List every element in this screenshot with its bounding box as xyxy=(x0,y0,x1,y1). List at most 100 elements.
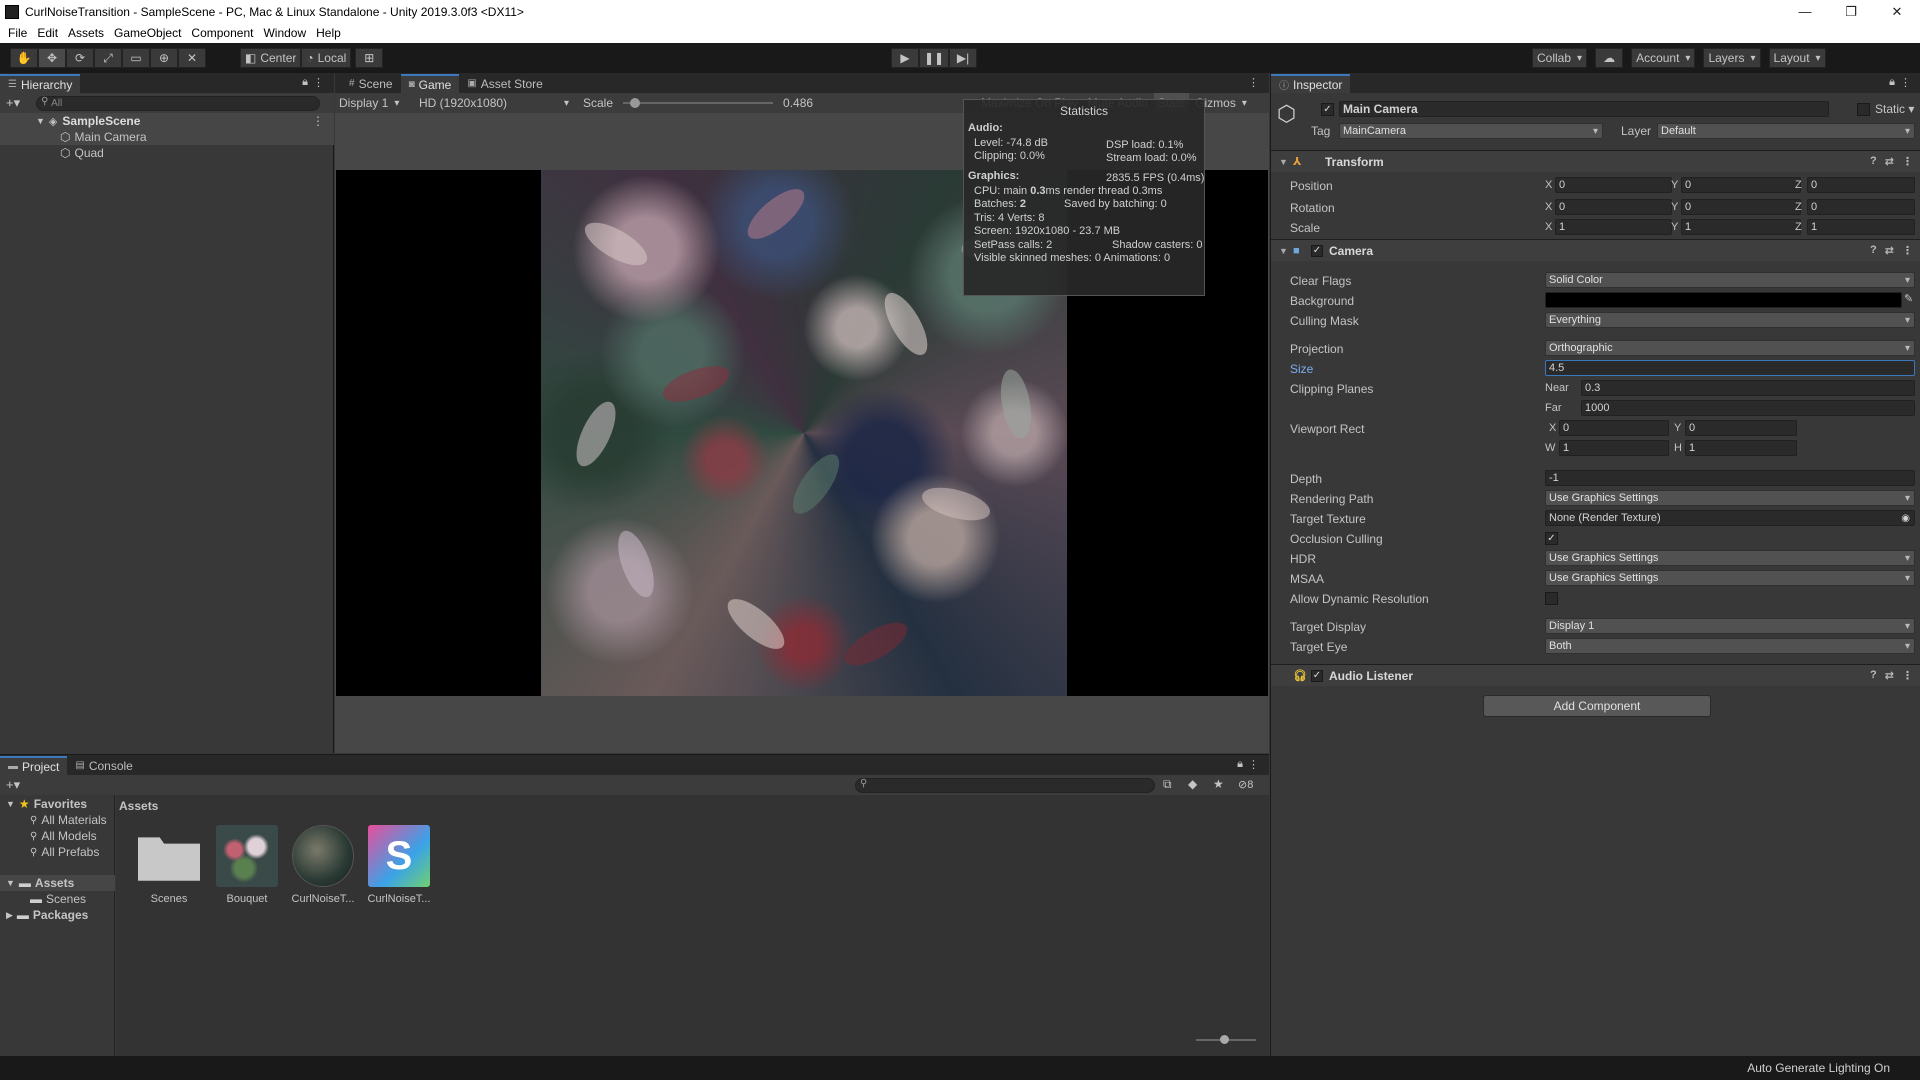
tab-game[interactable]: ◙ Game xyxy=(400,74,460,93)
hdr-dropdown[interactable]: Use Graphics Settings xyxy=(1545,550,1915,566)
layout-dropdown[interactable]: Layout xyxy=(1768,48,1826,68)
msaa-dropdown[interactable]: Use Graphics Settings xyxy=(1545,570,1915,586)
tab-scene[interactable]: # Scene xyxy=(341,74,401,93)
search-by-type-icon[interactable]: ⧉ xyxy=(1163,777,1172,792)
audio-listener-component-header[interactable]: 🎧︎ ✓ Audio Listener ? ⇄ ⋮ xyxy=(1271,664,1920,686)
favorite-item[interactable]: ⚲ All Prefabs xyxy=(30,845,99,859)
active-checkbox[interactable]: ✓ xyxy=(1321,103,1334,116)
create-dropdown[interactable]: +▾ xyxy=(6,95,20,111)
camera-enabled-checkbox[interactable]: ✓ xyxy=(1311,244,1323,257)
kebab-menu-icon[interactable]: ⋮ xyxy=(1248,76,1259,89)
scenes-folder-row[interactable]: ▬ Scenes xyxy=(30,892,86,906)
asset-curlnoise-material[interactable]: CurlNoiseT... xyxy=(288,825,358,905)
scene-menu-icon[interactable]: ⋮ xyxy=(312,114,324,128)
projection-dropdown[interactable]: Orthographic xyxy=(1545,340,1915,356)
size-field[interactable]: 4.5 xyxy=(1545,360,1915,376)
close-button[interactable]: ✕ xyxy=(1874,0,1920,23)
scene-row[interactable]: ▼ ◈ SampleScene ⋮ xyxy=(0,113,334,129)
position-x-field[interactable]: 0 xyxy=(1555,177,1672,193)
custom-tool-icon[interactable]: ✕ xyxy=(178,48,206,68)
rotation-y-field[interactable]: 0 xyxy=(1681,199,1801,215)
icon-size-slider[interactable] xyxy=(1196,1035,1256,1044)
kebab-menu-icon[interactable]: ⋮ xyxy=(1900,76,1911,89)
assets-breadcrumb[interactable]: Assets xyxy=(119,799,158,813)
depth-field[interactable]: -1 xyxy=(1545,470,1915,486)
culling-mask-dropdown[interactable]: Everything xyxy=(1545,312,1915,328)
preset-icon[interactable]: ⇄ xyxy=(1885,669,1894,682)
tab-inspector[interactable]: ⓘ Inspector xyxy=(1271,74,1351,93)
tab-hierarchy[interactable]: ☰ Hierarchy xyxy=(0,74,81,93)
target-eye-dropdown[interactable]: Both xyxy=(1545,638,1915,654)
layers-dropdown[interactable]: Layers xyxy=(1703,48,1761,68)
cloud-icon[interactable]: ☁ xyxy=(1595,48,1624,68)
object-picker-icon[interactable]: ◉ xyxy=(1901,513,1910,524)
favorites-row[interactable]: ▼ ★ Favorites xyxy=(6,797,87,811)
resolution-dropdown[interactable]: HD (1920x1080) xyxy=(415,93,573,113)
foldout-arrow-icon[interactable]: ▼ xyxy=(36,116,45,126)
favorite-star-icon[interactable]: ★ xyxy=(1213,777,1224,791)
help-icon[interactable]: ? xyxy=(1870,155,1877,168)
rotation-x-field[interactable]: 0 xyxy=(1555,199,1672,215)
hierarchy-search-input[interactable]: All xyxy=(36,95,321,111)
step-button[interactable]: ▶| xyxy=(949,48,978,68)
menu-assets[interactable]: Assets xyxy=(63,26,109,40)
viewport-w-field[interactable]: 1 xyxy=(1559,440,1669,456)
pivot-center-button[interactable]: ◧ Center xyxy=(240,48,302,68)
camera-component-header[interactable]: ▼ ■ ✓ Camera ? ⇄ ⋮ xyxy=(1271,239,1920,261)
tab-console[interactable]: ▤ Console xyxy=(67,756,141,775)
kebab-menu-icon[interactable]: ⋮ xyxy=(313,76,324,89)
hidden-packages-icon[interactable]: ⊘8 xyxy=(1238,778,1253,791)
kebab-menu-icon[interactable]: ⋮ xyxy=(1248,758,1259,771)
scale-y-field[interactable]: 1 xyxy=(1681,219,1801,235)
target-display-dropdown[interactable]: Display 1 xyxy=(1545,618,1915,634)
favorite-item[interactable]: ⚲ All Materials xyxy=(30,813,107,827)
near-field[interactable]: 0.3 xyxy=(1581,380,1915,396)
scale-z-field[interactable]: 1 xyxy=(1807,219,1915,235)
lock-icon[interactable]: 🔒︎ xyxy=(1237,758,1243,771)
rendering-path-dropdown[interactable]: Use Graphics Settings xyxy=(1545,490,1915,506)
tab-asset-store[interactable]: ▣ Asset Store xyxy=(459,74,551,93)
grid-snap-icon[interactable]: ⊞ xyxy=(355,48,384,68)
assets-folder-row[interactable]: ▼ ▬ Assets xyxy=(0,875,115,891)
help-icon[interactable]: ? xyxy=(1870,244,1877,257)
help-icon[interactable]: ? xyxy=(1870,669,1877,682)
foldout-arrow-icon[interactable]: ▼ xyxy=(6,799,15,809)
icon-size-slider-thumb[interactable] xyxy=(1220,1035,1229,1044)
menu-edit[interactable]: Edit xyxy=(32,26,63,40)
pause-button[interactable]: ❚❚ xyxy=(919,48,950,68)
asset-scenes-folder[interactable]: Scenes xyxy=(134,825,204,905)
scale-tool-icon[interactable]: ⤢ xyxy=(94,48,122,68)
transform-component-header[interactable]: ▼ ⅄ Transform ? ⇄ ⋮ xyxy=(1271,150,1920,172)
collab-dropdown[interactable]: Collab xyxy=(1532,48,1588,68)
packages-folder-row[interactable]: ▶ ▬ Packages xyxy=(6,908,88,922)
clear-flags-dropdown[interactable]: Solid Color xyxy=(1545,272,1915,288)
foldout-arrow-icon[interactable]: ▼ xyxy=(1279,246,1289,256)
audio-listener-enabled-checkbox[interactable]: ✓ xyxy=(1311,669,1323,682)
account-dropdown[interactable]: Account xyxy=(1631,48,1696,68)
menu-window[interactable]: Window xyxy=(258,26,311,40)
component-menu-icon[interactable]: ⋮ xyxy=(1902,155,1913,168)
preset-icon[interactable]: ⇄ xyxy=(1885,155,1894,168)
scale-slider[interactable] xyxy=(623,93,774,113)
transform-tool-icon[interactable]: ⊕ xyxy=(150,48,178,68)
search-by-label-icon[interactable]: ◆ xyxy=(1188,777,1197,791)
hierarchy-item-quad[interactable]: ⬡ Quad xyxy=(0,145,334,161)
scale-x-field[interactable]: 1 xyxy=(1555,219,1672,235)
position-y-field[interactable]: 0 xyxy=(1681,177,1801,193)
lock-icon[interactable]: 🔒︎ xyxy=(302,76,308,89)
foldout-arrow-icon[interactable]: ▼ xyxy=(1279,157,1289,167)
asset-curlnoise-shader[interactable]: S CurlNoiseT... xyxy=(364,825,434,905)
hierarchy-item-main-camera[interactable]: ⬡ Main Camera xyxy=(0,129,334,145)
foldout-arrow-icon[interactable]: ▼ xyxy=(6,878,15,888)
play-button[interactable]: ▶ xyxy=(891,48,919,68)
asset-bouquet-texture[interactable]: Bouquet xyxy=(212,825,282,905)
object-name-field[interactable]: Main Camera xyxy=(1339,101,1829,117)
target-texture-field[interactable]: None (Render Texture) ◉ xyxy=(1545,510,1915,526)
component-menu-icon[interactable]: ⋮ xyxy=(1902,244,1913,257)
add-component-button[interactable]: Add Component xyxy=(1483,695,1711,717)
eyedropper-icon[interactable]: ✎ xyxy=(1904,292,1913,305)
viewport-x-field[interactable]: 0 xyxy=(1559,420,1669,436)
move-tool-icon[interactable]: ✥ xyxy=(38,48,66,68)
project-search-input[interactable] xyxy=(855,778,1155,793)
tab-project[interactable]: ▬ Project xyxy=(0,756,68,775)
